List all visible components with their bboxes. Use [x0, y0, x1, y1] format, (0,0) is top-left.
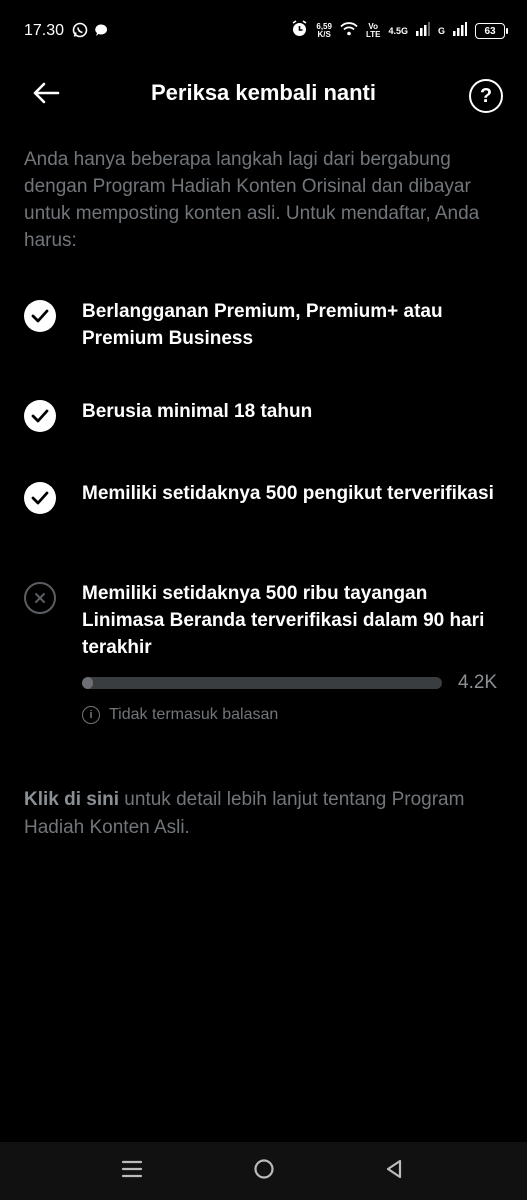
chat-icon	[94, 23, 109, 43]
volte-indicator: Vo LTE	[365, 22, 381, 39]
page-title: Periksa kembali nanti	[151, 80, 376, 105]
requirement-text: Memiliki setidaknya 500 pengikut terveri…	[82, 483, 494, 504]
status-left-icons	[72, 22, 109, 43]
recent-apps-button[interactable]	[112, 1156, 152, 1186]
help-button[interactable]: ?	[469, 79, 503, 113]
app-header: Periksa kembali nanti ?	[0, 64, 527, 124]
system-nav-bar	[0, 1142, 527, 1200]
check-circle-icon	[24, 400, 56, 432]
details-link[interactable]: Klik di sini	[24, 789, 119, 810]
progress-note-text: Tidak termasuk balasan	[109, 706, 279, 723]
screen: 17.30 6,59 K/S Vo LTE 4.5G G 63 Periksa …	[0, 0, 527, 1200]
info-icon: i	[82, 706, 100, 724]
details-text: Klik di sini untuk detail lebih lanjut t…	[24, 786, 504, 842]
status-right-icons: 6,59 K/S Vo LTE 4.5G G 63	[291, 20, 508, 42]
progress-note: i Tidak termasuk balasan	[82, 706, 278, 724]
check-circle-icon	[24, 482, 56, 514]
check-circle-icon	[24, 300, 56, 332]
network-speed: 6,59 K/S	[316, 22, 332, 39]
signal-icon	[415, 21, 430, 41]
x-circle-icon	[24, 582, 56, 614]
network-type: 4.5G	[388, 26, 408, 36]
progress-fill	[82, 677, 93, 689]
progress-value: 4.2K	[458, 672, 498, 693]
question-mark-icon: ?	[479, 84, 493, 107]
requirement-text: Berlangganan Premium, Premium+ atau Prem…	[82, 301, 443, 349]
signal-icon-2	[453, 21, 467, 41]
home-circle-icon	[253, 1158, 275, 1185]
home-button[interactable]	[244, 1156, 284, 1186]
status-bar: 17.30 6,59 K/S Vo LTE 4.5G G 63	[0, 0, 527, 64]
back-triangle-icon	[384, 1158, 404, 1185]
menu-icon	[121, 1160, 143, 1183]
whatsapp-icon	[72, 22, 88, 43]
requirement-text: Memiliki setidaknya 500 ribu tayangan Li…	[82, 583, 485, 658]
intro-text: Anda hanya beberapa langkah lagi dari be…	[24, 149, 480, 251]
progress-bar	[82, 677, 442, 689]
alarm-icon	[291, 20, 308, 42]
network-type-2: G	[437, 26, 445, 36]
back-nav-button[interactable]	[374, 1156, 414, 1186]
wifi-icon	[340, 21, 358, 41]
requirement-text: Berusia minimal 18 tahun	[82, 401, 313, 422]
battery-icon: 63	[475, 23, 508, 39]
status-time: 17.30	[24, 22, 65, 39]
